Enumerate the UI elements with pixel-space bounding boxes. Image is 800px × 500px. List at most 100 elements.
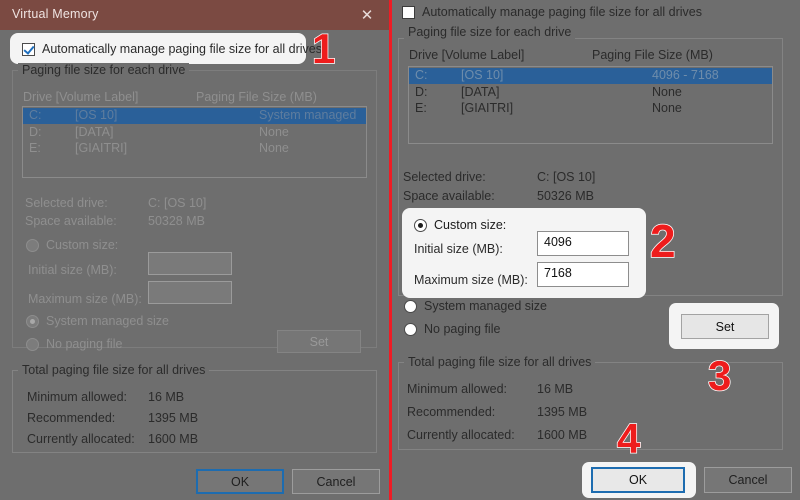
ok-button-label-left: OK bbox=[231, 475, 249, 489]
row-label: [OS 10] bbox=[461, 68, 503, 82]
row-label: [DATA] bbox=[75, 125, 113, 139]
set-button-right[interactable]: Set bbox=[681, 314, 769, 339]
annotation-step-1: 1 bbox=[312, 28, 335, 70]
drive-listbox-left[interactable]: C: [OS 10] System managed D: [DATA] None… bbox=[22, 106, 367, 178]
maximum-size-label-left: Maximum size (MB): bbox=[28, 292, 142, 306]
close-icon[interactable]: ✕ bbox=[349, 0, 385, 30]
row-drive: E: bbox=[415, 101, 427, 115]
total-group-title-right: Total paging file size for all drives bbox=[404, 355, 595, 369]
col-drive-right: Drive [Volume Label] bbox=[409, 48, 524, 62]
row-drive: D: bbox=[29, 125, 42, 139]
space-available-value-left: 50328 MB bbox=[148, 214, 205, 228]
table-row[interactable]: C: [OS 10] 4096 - 7168 bbox=[409, 68, 772, 84]
auto-manage-checkbox-row-right[interactable]: Automatically manage paging file size fo… bbox=[402, 5, 702, 19]
row-drive: C: bbox=[29, 108, 42, 122]
row-size: None bbox=[652, 101, 682, 115]
allocated-label-left: Currently allocated: bbox=[27, 432, 135, 446]
maximum-size-value-right: 7168 bbox=[544, 266, 572, 280]
minimum-label-left: Minimum allowed: bbox=[27, 390, 127, 404]
row-size: None bbox=[259, 125, 289, 139]
system-managed-radio-row-right[interactable]: System managed size bbox=[404, 299, 547, 313]
left-dialog-panel: Virtual Memory ✕ Automatically manage pa… bbox=[0, 0, 389, 500]
annotation-step-2: 2 bbox=[650, 218, 676, 264]
no-paging-radio-row-left[interactable]: No paging file bbox=[26, 337, 122, 351]
paging-group-title-left: Paging file size for each drive bbox=[18, 63, 189, 77]
minimum-label-right: Minimum allowed: bbox=[407, 382, 507, 396]
custom-size-radio-right[interactable] bbox=[414, 219, 427, 232]
col-size-right: Paging File Size (MB) bbox=[592, 48, 713, 62]
auto-manage-label-left: Automatically manage paging file size fo… bbox=[42, 42, 322, 56]
no-paging-radio-right[interactable] bbox=[404, 323, 417, 336]
annotation-step-3: 3 bbox=[708, 355, 731, 397]
table-row[interactable]: D: [DATA] None bbox=[23, 125, 366, 141]
maximum-size-input-right[interactable]: 7168 bbox=[537, 262, 629, 287]
row-drive: C: bbox=[415, 68, 428, 82]
row-drive: E: bbox=[29, 141, 41, 155]
minimum-value-left: 16 MB bbox=[148, 390, 184, 404]
annotation-step-4: 4 bbox=[617, 418, 640, 460]
row-size: 4096 - 7168 bbox=[652, 68, 719, 82]
initial-size-input-right[interactable]: 4096 bbox=[537, 231, 629, 256]
system-managed-radio-row-left[interactable]: System managed size bbox=[26, 314, 169, 328]
recommended-label-left: Recommended: bbox=[27, 411, 115, 425]
col-drive-left: Drive [Volume Label] bbox=[23, 90, 138, 104]
row-size: System managed bbox=[259, 108, 356, 122]
initial-size-label-left: Initial size (MB): bbox=[28, 263, 117, 277]
auto-manage-checkbox-right[interactable] bbox=[402, 6, 415, 19]
selected-drive-label-left: Selected drive: bbox=[25, 196, 108, 210]
table-row[interactable]: C: [OS 10] System managed bbox=[23, 108, 366, 124]
no-paging-radio-row-right[interactable]: No paging file bbox=[404, 322, 500, 336]
space-available-label-right: Space available: bbox=[403, 189, 495, 203]
drive-listbox-right[interactable]: C: [OS 10] 4096 - 7168 D: [DATA] None E:… bbox=[408, 66, 773, 144]
initial-size-label-right: Initial size (MB): bbox=[414, 242, 503, 256]
maximum-size-input-left[interactable] bbox=[148, 281, 232, 304]
screenshot-root: Virtual Memory ✕ Automatically manage pa… bbox=[0, 0, 800, 500]
ok-button-right[interactable]: OK bbox=[591, 467, 685, 493]
initial-size-value-right: 4096 bbox=[544, 235, 572, 249]
ok-button-label-right: OK bbox=[629, 473, 647, 487]
recommended-value-left: 1395 MB bbox=[148, 411, 198, 425]
custom-size-label-right: Custom size: bbox=[434, 218, 506, 232]
cancel-button-right[interactable]: Cancel bbox=[704, 467, 792, 493]
system-managed-radio-right[interactable] bbox=[404, 300, 417, 313]
selected-drive-value-left: C: [OS 10] bbox=[148, 196, 206, 210]
custom-size-radio-left[interactable] bbox=[26, 239, 39, 252]
allocated-label-right: Currently allocated: bbox=[407, 428, 515, 442]
system-managed-radio-left[interactable] bbox=[26, 315, 39, 328]
set-button-label-left: Set bbox=[310, 335, 329, 349]
maximum-size-label-right: Maximum size (MB): bbox=[414, 273, 528, 287]
col-size-left: Paging File Size (MB) bbox=[196, 90, 317, 104]
no-paging-label-left: No paging file bbox=[46, 337, 122, 351]
space-available-value-right: 50326 MB bbox=[537, 189, 594, 203]
row-drive: D: bbox=[415, 85, 428, 99]
set-button-label-right: Set bbox=[716, 320, 735, 334]
row-label: [OS 10] bbox=[75, 108, 117, 122]
auto-manage-checkbox-left[interactable] bbox=[22, 43, 35, 56]
row-size: None bbox=[652, 85, 682, 99]
row-label: [DATA] bbox=[461, 85, 499, 99]
allocated-value-left: 1600 MB bbox=[148, 432, 198, 446]
custom-size-radio-row-left[interactable]: Custom size: bbox=[26, 238, 118, 252]
system-managed-label-right: System managed size bbox=[424, 299, 547, 313]
cancel-button-left[interactable]: Cancel bbox=[292, 469, 380, 494]
recommended-label-right: Recommended: bbox=[407, 405, 495, 419]
no-paging-radio-left[interactable] bbox=[26, 338, 39, 351]
cancel-button-label-right: Cancel bbox=[729, 473, 768, 487]
initial-size-input-left[interactable] bbox=[148, 252, 232, 275]
minimum-value-right: 16 MB bbox=[537, 382, 573, 396]
row-size: None bbox=[259, 141, 289, 155]
no-paging-label-right: No paging file bbox=[424, 322, 500, 336]
recommended-value-right: 1395 MB bbox=[537, 405, 587, 419]
auto-manage-checkbox-row-left[interactable]: Automatically manage paging file size fo… bbox=[22, 42, 322, 56]
table-row[interactable]: D: [DATA] None bbox=[409, 85, 772, 101]
system-managed-label-left: System managed size bbox=[46, 314, 169, 328]
row-label: [GIAITRI] bbox=[75, 141, 127, 155]
window-title: Virtual Memory bbox=[12, 7, 99, 21]
table-row[interactable]: E: [GIAITRI] None bbox=[23, 141, 366, 157]
right-dialog-panel: Automatically manage paging file size fo… bbox=[392, 0, 800, 500]
ok-button-left[interactable]: OK bbox=[196, 469, 284, 494]
custom-size-radio-row-right[interactable]: Custom size: bbox=[414, 218, 506, 232]
set-button-left[interactable]: Set bbox=[277, 330, 361, 353]
cancel-button-label-left: Cancel bbox=[317, 475, 356, 489]
table-row[interactable]: E: [GIAITRI] None bbox=[409, 101, 772, 117]
